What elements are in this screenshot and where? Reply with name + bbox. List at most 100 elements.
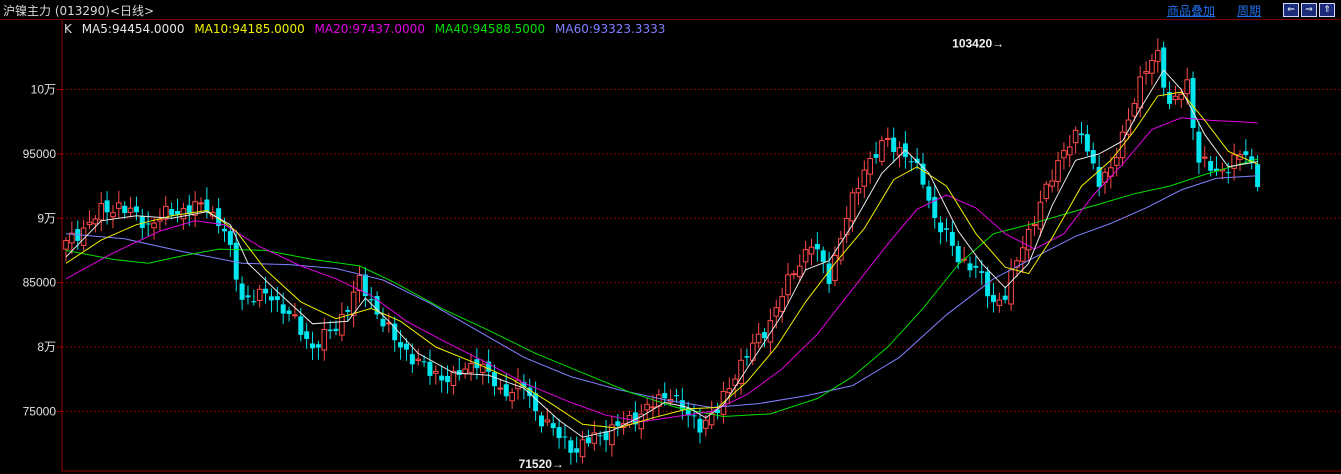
candle-up (356, 275, 363, 291)
candle-up (1143, 71, 1149, 74)
candle-down (327, 329, 333, 332)
candle-up (996, 299, 1003, 306)
candle-down (169, 209, 175, 216)
candle-up (1201, 156, 1208, 159)
y-tick-label: 75000 (23, 404, 57, 418)
candle-up (292, 314, 298, 317)
candle-up (544, 419, 551, 423)
candle-up (1031, 223, 1038, 227)
annotations: 103420→ 71520→ (519, 36, 1005, 471)
candle-down (533, 393, 539, 412)
candle-up (1066, 146, 1073, 156)
candle-down (239, 283, 245, 300)
candle-up (1172, 95, 1179, 101)
candle-down (380, 318, 386, 327)
candle-down (274, 296, 280, 300)
y-tick-label: 9万 (37, 211, 56, 225)
candle-down (398, 342, 404, 348)
candle-up (726, 388, 733, 394)
ma60-line (65, 175, 1258, 409)
candle-up (650, 406, 656, 409)
candle-up (1131, 102, 1138, 117)
candle-up (796, 265, 803, 278)
candle-up (415, 358, 421, 361)
candle-down (1079, 133, 1085, 136)
candle-down (908, 161, 914, 163)
candle-down (421, 361, 427, 363)
candle-up (98, 203, 105, 221)
candle-up (808, 246, 815, 255)
candle-down (1243, 151, 1249, 156)
candle-up (127, 207, 134, 213)
candle-up (468, 363, 474, 373)
candle-up (256, 288, 263, 301)
candle-down (492, 372, 498, 387)
candle-down (298, 316, 304, 335)
candle-down (204, 199, 210, 212)
candle-down (568, 440, 574, 453)
candle-up (1184, 79, 1190, 95)
candle-up (63, 240, 69, 250)
candle-up (92, 218, 99, 225)
candle-down (891, 137, 897, 153)
legend-ma20: MA20:97437.0000 (314, 22, 425, 36)
legend-ma5: MA5:94454.0000 (81, 22, 185, 36)
candle-up (885, 137, 891, 140)
candle-down (556, 427, 562, 439)
candle-down (990, 295, 996, 303)
candle-up (644, 403, 650, 411)
candle-down (673, 394, 679, 397)
candle-down (1084, 134, 1090, 152)
grid-lines (61, 20, 1341, 472)
candle-down (333, 328, 339, 332)
candle-down (662, 393, 668, 399)
candle-down (949, 231, 955, 246)
candle-down (944, 228, 949, 230)
candle-down (585, 437, 591, 444)
candle-down (979, 271, 985, 273)
legend-ma10: MA10:94185.0000 (194, 22, 305, 36)
candle-up (843, 217, 850, 236)
candle-down (597, 435, 603, 437)
candle-up (1178, 93, 1185, 100)
candle-up (1008, 269, 1014, 305)
candle-down (938, 222, 944, 233)
candle-down (955, 246, 961, 263)
candle-down (286, 310, 292, 315)
y-tick-label: 10万 (31, 83, 56, 97)
candle-down (268, 296, 274, 301)
candle-up (791, 273, 797, 276)
y-axis: 10万 95000 9万 85000 8万 75000 (23, 83, 62, 418)
candle-down (175, 211, 181, 215)
candle-down (310, 343, 316, 349)
candle-down (973, 265, 979, 268)
candle-down (315, 344, 321, 348)
candle-up (867, 158, 873, 175)
candle-up (855, 188, 862, 194)
candle-up (861, 169, 868, 187)
candle-down (1090, 150, 1096, 164)
candlestick-chart[interactable]: 10万 95000 9万 85000 8万 75000 103420→ 71520→ (0, 0, 1341, 474)
candle-up (832, 255, 838, 281)
candle-down (280, 304, 286, 314)
y-tick-label: 95000 (23, 147, 57, 161)
candle-up (86, 221, 93, 225)
y-tick-label: 85000 (23, 276, 57, 290)
candle-down (221, 228, 227, 232)
ma10-line (65, 91, 1258, 429)
candle-up (433, 370, 439, 374)
candle-up (767, 320, 774, 343)
candle-down (574, 448, 580, 453)
candle-down (227, 231, 233, 245)
candle-down (691, 415, 697, 417)
candle-down (104, 200, 110, 213)
candle-down (145, 223, 151, 225)
candle-down (503, 384, 509, 397)
candle-up (802, 249, 809, 263)
candle-up (1113, 157, 1120, 166)
candle-up (773, 307, 780, 317)
candle-down (427, 361, 433, 376)
candle-down (1002, 295, 1008, 300)
legend-k: K (64, 22, 72, 36)
ma20-line (65, 117, 1258, 423)
